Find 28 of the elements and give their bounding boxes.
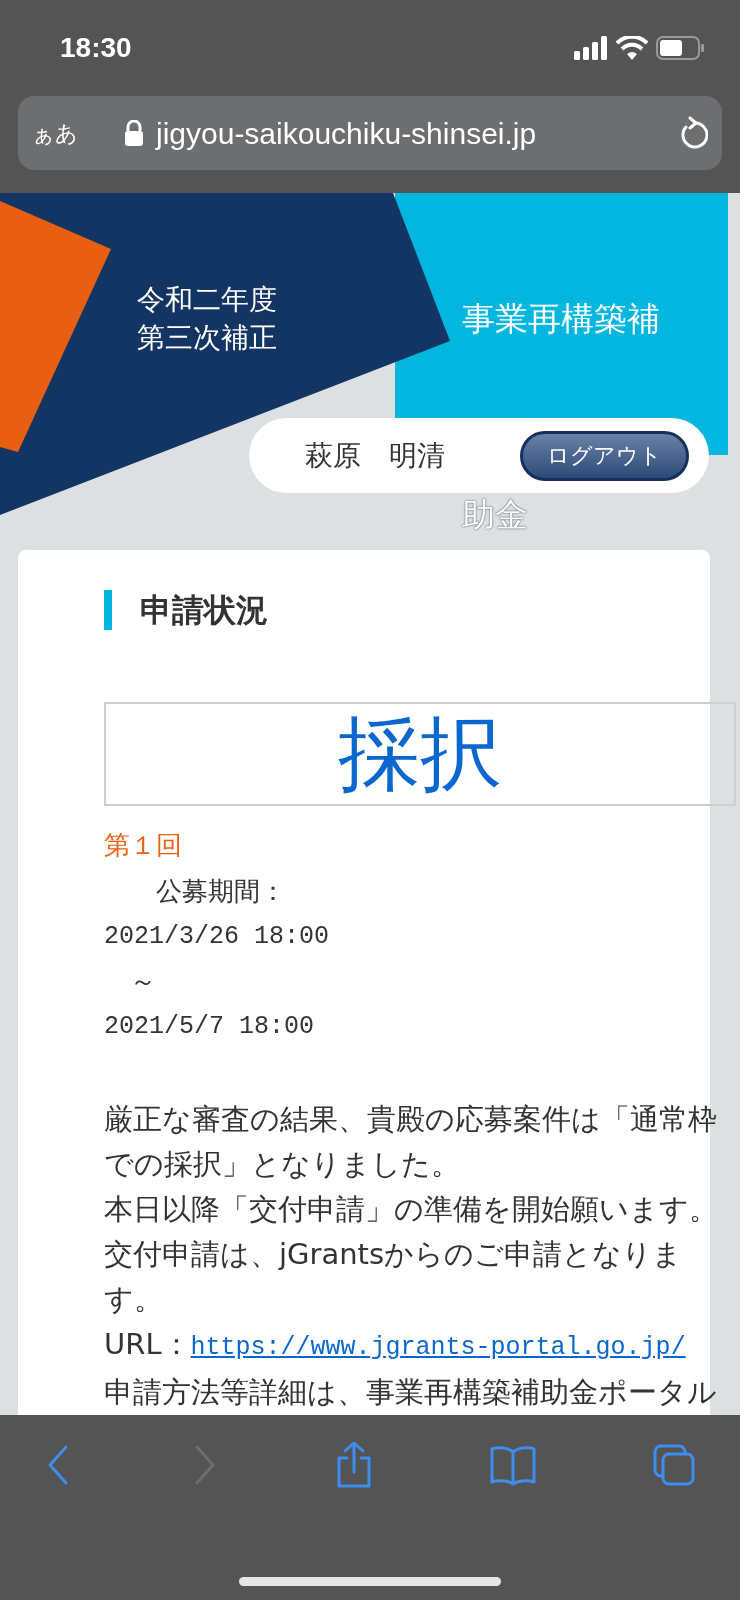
battery-icon <box>656 36 704 60</box>
address-bar[interactable]: ぁあ jigyou-saikouchiku-shinsei.jp <box>18 96 722 170</box>
status-time: 18:30 <box>60 31 132 65</box>
program-title: 事業再構築補 <box>462 298 660 340</box>
logout-button[interactable]: ログアウト <box>520 430 689 481</box>
period-label: 公募期間： <box>155 875 287 908</box>
result-text: 採択 <box>338 713 502 795</box>
heading-accent-bar <box>104 590 112 630</box>
round-label: 第１回 <box>104 829 183 862</box>
wifi-icon <box>616 36 648 60</box>
period-start: 2021/3/26 18:00 <box>104 921 331 953</box>
reload-icon[interactable] <box>678 116 708 150</box>
body-text: 厳正な審査の結果、貴殿の応募案件は「通常枠での採択」となりました。 <box>104 1101 718 1183</box>
url-text: jigyou-saikouchiku-shinsei.jp <box>156 115 538 152</box>
fiscal-year-label: 令和二年度 第三次補正 <box>137 282 277 356</box>
portal-link[interactable]: https://www.jgrants-portal.go.jp/ <box>190 1333 686 1362</box>
body-text: 本日以降「交付申請」の準備を開始願います。 <box>104 1191 719 1228</box>
lock-icon <box>124 120 144 146</box>
section-heading: 申請状況 <box>140 590 268 631</box>
text-size-button[interactable]: ぁあ <box>32 116 124 150</box>
period-end: 2021/5/7 18:00 <box>104 1011 316 1043</box>
body-text: 交付申請は、jGrantsからのご申請となります。 <box>104 1236 684 1318</box>
user-name: 萩原 明清 <box>305 437 445 474</box>
body-text: 申請方法等詳細は、事業再構築補助金ポータル <box>104 1374 718 1411</box>
program-title: 助金 <box>462 494 528 536</box>
period-separator: ～ <box>129 965 157 998</box>
url-line: URL：https://www.jgrants-portal.go.jp/ <box>104 1326 687 1364</box>
signal-icon <box>574 36 608 60</box>
